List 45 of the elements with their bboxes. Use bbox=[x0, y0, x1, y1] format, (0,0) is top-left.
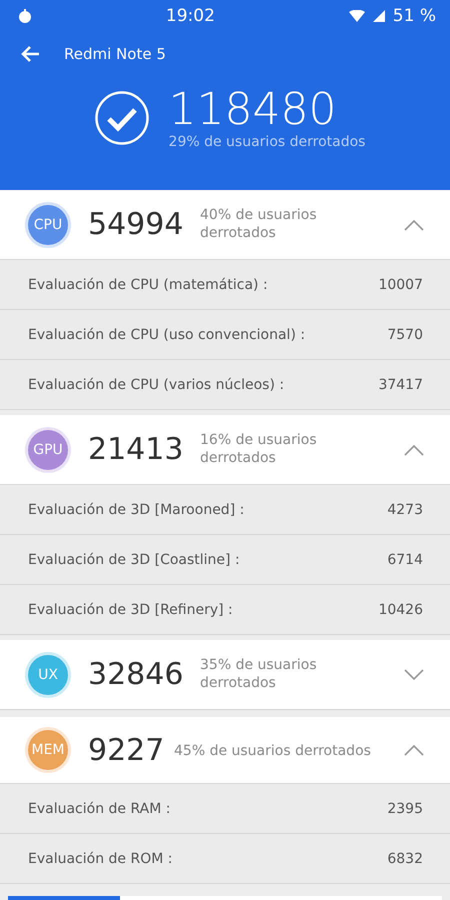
result-value: 4273 bbox=[387, 502, 423, 518]
result-value: 37417 bbox=[378, 376, 423, 392]
category-note: 45% de usuarios derrotados bbox=[174, 742, 371, 760]
section-header[interactable]: MEM 9227 45% de usuarios derrotados bbox=[0, 717, 450, 784]
section-header[interactable]: UX 32846 35% de usuarios derrotados bbox=[0, 640, 450, 710]
category-score: 32846 bbox=[88, 657, 184, 692]
check-circle-icon bbox=[94, 91, 149, 146]
result-value: 6714 bbox=[387, 552, 423, 568]
result-value: 10007 bbox=[378, 276, 423, 292]
category-score: 9227 bbox=[88, 732, 166, 768]
result-label: Evaluación de RAM : bbox=[28, 800, 170, 816]
category-badge: GPU bbox=[28, 430, 68, 470]
result-label: Evaluación de 3D [Marooned] : bbox=[28, 502, 244, 518]
category-note: 40% de usuarios derrotados bbox=[200, 207, 318, 242]
result-value: 6832 bbox=[387, 850, 423, 866]
back-arrow-icon[interactable] bbox=[20, 45, 40, 63]
result-label: Evaluación de CPU (uso convencional) : bbox=[28, 326, 306, 342]
result-label: Evaluación de ROM : bbox=[28, 850, 172, 866]
status-time: 19:02 bbox=[166, 6, 215, 26]
category-score: 21413 bbox=[88, 432, 184, 467]
result-label: Evaluación de CPU (matemática) : bbox=[28, 276, 268, 292]
result-value: 10426 bbox=[378, 602, 423, 618]
category-badge: UX bbox=[28, 654, 68, 694]
result-value: 2395 bbox=[387, 800, 423, 816]
device-title: Redmi Note 5 bbox=[64, 45, 166, 63]
battery-percentage: 51 % bbox=[392, 6, 436, 26]
category-note: 35% de usuarios derrotados bbox=[200, 657, 318, 692]
section-header[interactable]: GPU 21413 16% de usuarios derrotados bbox=[0, 415, 450, 485]
chevron-up-icon[interactable] bbox=[404, 444, 424, 456]
wifi-icon bbox=[348, 10, 365, 22]
category-badge: CPU bbox=[28, 204, 68, 244]
chevron-up-icon[interactable] bbox=[404, 218, 424, 230]
result-label: Evaluación de 3D [Coastline] : bbox=[28, 552, 240, 568]
result-value: 7570 bbox=[387, 326, 423, 342]
category-score: 54994 bbox=[88, 207, 184, 242]
total-note: 29% de usuarios derrotados bbox=[168, 134, 366, 150]
signal-icon bbox=[372, 10, 385, 22]
category-badge: MEM bbox=[28, 730, 68, 770]
total-score: 118480 bbox=[168, 86, 338, 134]
section-header[interactable]: CPU 54994 40% de usuarios derrotados bbox=[0, 190, 450, 260]
chevron-up-icon[interactable] bbox=[404, 744, 424, 756]
result-label: Evaluación de 3D [Refinery] : bbox=[28, 602, 233, 618]
chevron-down-icon[interactable] bbox=[404, 668, 424, 680]
category-note: 16% de usuarios derrotados bbox=[200, 432, 318, 467]
result-label: Evaluación de CPU (varios núcleos) : bbox=[28, 376, 284, 392]
